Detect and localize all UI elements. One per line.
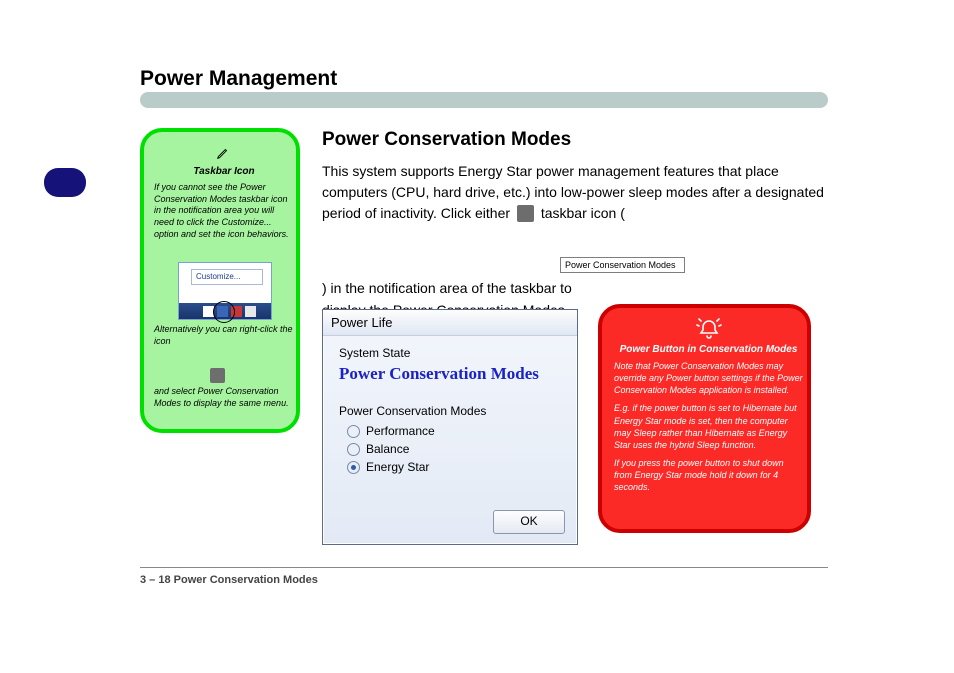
page-footer: 3 – 18 Power Conservation Modes [140,574,828,586]
radio-label: Energy Star [366,460,429,474]
warning-power-button: Power Button in Conservation Modes Note … [598,304,811,533]
system-state-label: System State [339,346,561,360]
note-body-1: If you cannot see the Power Conservation… [154,182,294,240]
radio-icon [347,461,360,474]
alarm-icon [696,318,722,340]
taskbar-screenshot: Customize... [178,262,272,320]
radio-performance[interactable]: Performance [347,424,561,438]
dialog-mode-heading: Power Conservation Modes [339,364,561,384]
note-body-3: and select Power Conservation Modes to d… [154,386,294,409]
warning-p1: Note that Power Conservation Modes may o… [614,360,803,396]
note-title: Taskbar Icon [156,166,292,177]
dialog-titlebar: Power Life [323,310,577,336]
tooltip-power-conservation: Power Conservation Modes [560,257,685,273]
section-underline [140,92,828,108]
power-life-dialog: Power Life System State Power Conservati… [322,309,578,545]
footer-rule [140,567,828,568]
warning-p3: If you press the power button to shut do… [614,457,803,493]
document-page: Power Management Taskbar Icon If you can… [0,0,954,673]
power-conservation-icon[interactable] [517,205,534,222]
radio-balance[interactable]: Balance [347,442,561,456]
tray-icon-volume [245,306,256,317]
main-heading: Power Conservation Modes [322,126,827,155]
note-taskbar-icon: Taskbar Icon If you cannot see the Power… [140,128,300,433]
section-title: Power Management [140,67,337,91]
pen-icon [216,146,230,160]
radio-icon [347,425,360,438]
warning-p2: E.g. if the power button is set to Hiber… [614,402,803,451]
power-conservation-icon-inline [210,368,225,383]
radio-icon [347,443,360,456]
warning-title: Power Button in Conservation Modes [614,344,803,355]
radio-energy-star[interactable]: Energy Star [347,460,561,474]
radio-group-label: Power Conservation Modes [339,404,561,418]
note-body-2: Alternatively you can right-click the ic… [154,324,294,347]
ok-button[interactable]: OK [493,510,565,534]
radio-label: Performance [366,424,435,438]
main-content: Power Conservation Modes This system sup… [322,126,827,224]
radio-label: Balance [366,442,409,456]
chapter-pill [44,168,86,197]
highlight-circle [213,301,235,323]
warning-body: Note that Power Conservation Modes may o… [614,360,803,499]
footer-left: 3 – 18 Power Conservation Modes [140,574,318,586]
paragraph-1b: taskbar icon ( [541,205,625,221]
customize-link[interactable]: Customize... [191,269,263,285]
